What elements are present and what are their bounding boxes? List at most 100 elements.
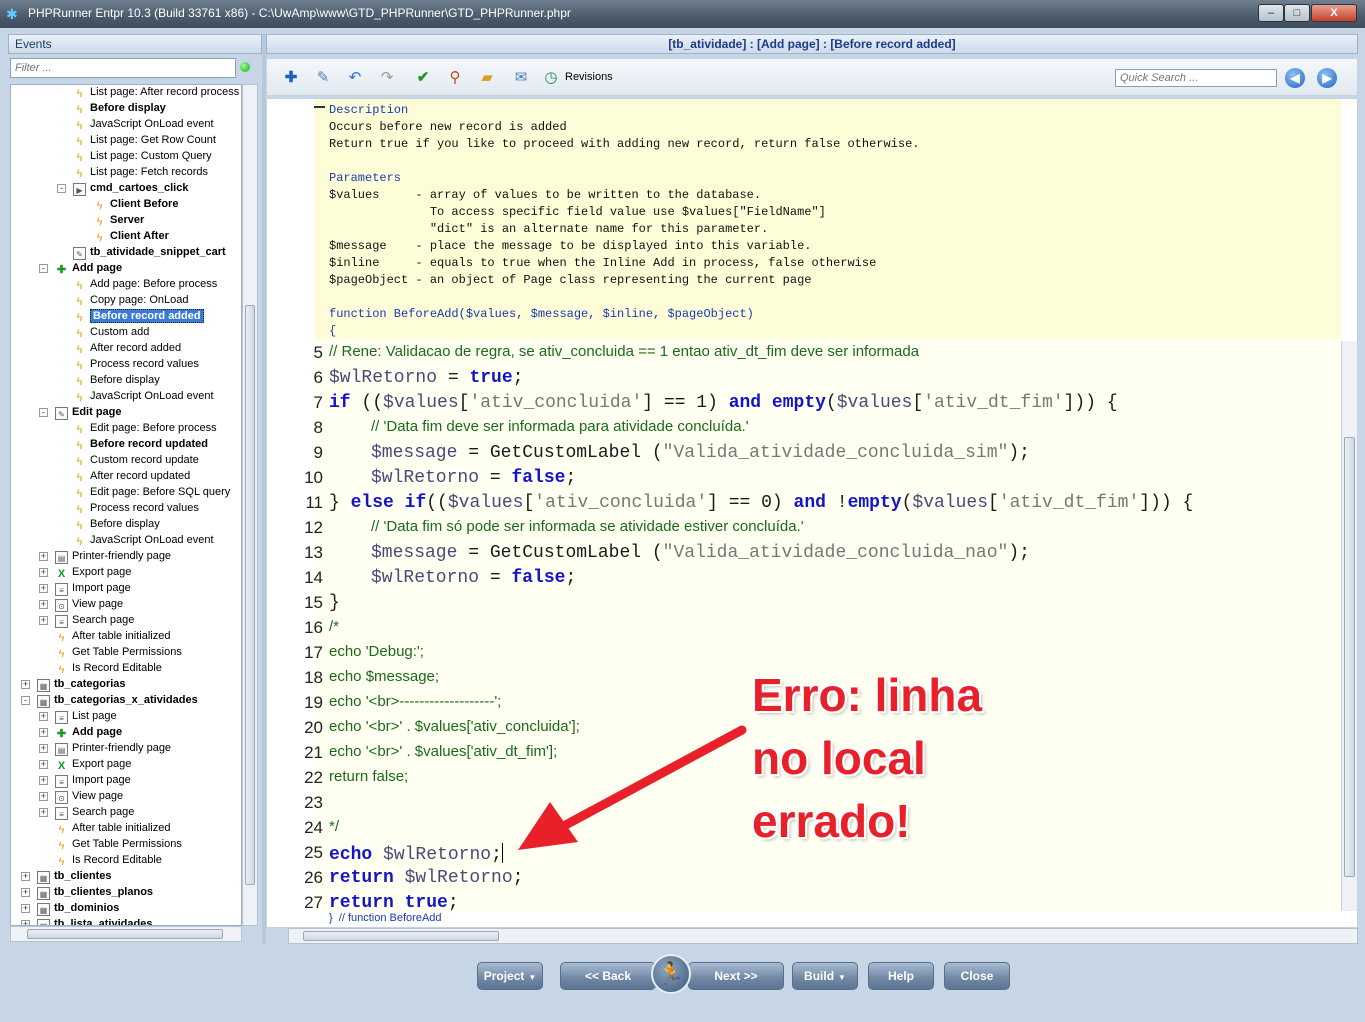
tree-item[interactable]: ϟ After record added [73, 340, 182, 356]
tree-item[interactable]: ▦ tb_clientes [37, 868, 111, 884]
scrollbar-thumb[interactable] [303, 931, 499, 941]
minimize-button[interactable]: – [1258, 4, 1284, 22]
expand-icon[interactable]: + [39, 600, 48, 609]
tree-item[interactable]: ≡ Import page [55, 580, 131, 596]
tree-item[interactable]: ϟ Before display [73, 516, 160, 532]
scrollbar-thumb[interactable] [27, 929, 223, 939]
expand-icon[interactable]: + [39, 616, 48, 625]
revisions-button[interactable]: Revisions [565, 71, 613, 83]
expand-icon[interactable]: + [39, 712, 48, 721]
tree-item[interactable]: ▦ tb_lista_atividades [37, 916, 152, 925]
tree-item[interactable]: ϟ JavaScript OnLoad event [73, 388, 214, 404]
tree-item[interactable]: ≡ Search page [55, 804, 134, 820]
tree-item[interactable]: ⊙ View page [55, 596, 123, 612]
tree-item[interactable]: ϟ Is Record Editable [55, 852, 162, 868]
code-line[interactable]: $message = GetCustomLabel ("Valida_ativi… [371, 443, 1030, 463]
tree-item[interactable]: ⊙ View page [55, 788, 123, 804]
project-button[interactable]: Project ▼ [477, 962, 543, 990]
scrollbar-thumb[interactable] [245, 305, 255, 885]
tree-item[interactable]: ϟ List page: Fetch records [73, 164, 208, 180]
tree-item[interactable]: ϟ Edit page: Before SQL query [73, 484, 231, 500]
tree-item[interactable]: ϟ Process record values [73, 500, 199, 516]
run-icon[interactable]: 🏃 [651, 954, 691, 994]
expand-icon[interactable]: + [21, 680, 30, 689]
collapse-icon[interactable] [314, 106, 325, 108]
tree-vertical-scrollbar[interactable] [242, 84, 258, 926]
tree-item[interactable]: ϟ Is Record Editable [55, 660, 162, 676]
tree-item[interactable]: ▤ Printer-friendly page [55, 740, 171, 756]
code-line[interactable]: return true; [329, 893, 459, 913]
expand-icon[interactable]: + [39, 760, 48, 769]
expand-icon[interactable]: + [39, 776, 48, 785]
expand-icon[interactable]: + [21, 872, 30, 881]
code-line[interactable]: $wlRetorno = false; [371, 468, 576, 488]
code-line[interactable]: $wlRetorno = true; [329, 368, 523, 388]
tree-item[interactable]: ϟ Client Before [93, 196, 179, 212]
code-line[interactable]: echo $message; [329, 668, 439, 685]
tree-item[interactable]: ϟ Before record updated [73, 436, 208, 452]
tree-item[interactable]: ≡ List page [55, 708, 117, 724]
code-line[interactable]: $wlRetorno = false; [371, 568, 576, 588]
code-line[interactable]: echo '<br>-------------------'; [329, 693, 501, 710]
back-button[interactable]: << Back [560, 962, 656, 990]
tree-item[interactable]: X Export page [55, 756, 132, 772]
previous-arrow-icon[interactable]: ◀ [1285, 68, 1305, 88]
tree-item[interactable]: ✚ Add page [55, 724, 122, 740]
tree-item[interactable]: ϟ Copy page: OnLoad [73, 292, 189, 308]
tree-item[interactable]: ϟ Before display [73, 372, 160, 388]
close-button[interactable]: Close [944, 962, 1010, 990]
tree-item[interactable]: ϟ After table initialized [55, 820, 171, 836]
tree-item[interactable]: ≡ Import page [55, 772, 131, 788]
tree-item[interactable]: ϟ List page: After record process [73, 85, 240, 100]
undo-icon[interactable]: ↶ [345, 68, 365, 88]
tree-item[interactable]: ϟ Get Table Permissions [55, 836, 182, 852]
close-window-button[interactable]: X [1311, 4, 1357, 22]
open-folder-icon[interactable]: ▰ [477, 68, 497, 88]
redo-icon[interactable]: ↷ [377, 68, 397, 88]
expand-icon[interactable]: + [39, 584, 48, 593]
code-line[interactable]: echo 'Debug:'; [329, 643, 424, 660]
code-line[interactable]: return $wlRetorno; [329, 868, 523, 888]
code-line[interactable]: */ [329, 818, 339, 835]
editor-horizontal-scrollbar[interactable] [288, 928, 1358, 944]
tree-item[interactable]: ϟ Custom record update [73, 452, 199, 468]
code-line[interactable]: // 'Data fim deve ser informada para ati… [371, 418, 749, 435]
collapse-icon[interactable]: - [39, 408, 48, 417]
expand-icon[interactable]: + [39, 744, 48, 753]
tree-item[interactable]: ▦ tb_categorias [37, 676, 126, 692]
filter-input[interactable] [10, 58, 236, 78]
maximize-button[interactable]: □ [1284, 4, 1310, 22]
tree-item[interactable]: ϟ Custom add [73, 324, 150, 340]
code-line[interactable]: return false; [329, 768, 408, 785]
expand-icon[interactable]: + [21, 904, 30, 913]
expand-icon[interactable]: + [39, 552, 48, 561]
eraser-icon[interactable]: ✎ [313, 68, 333, 88]
expand-icon[interactable]: + [39, 808, 48, 817]
tree-item[interactable]: ▦ tb_dominios [37, 900, 119, 916]
code-line[interactable]: /* [329, 618, 339, 635]
tree-item[interactable]: X Export page [55, 564, 132, 580]
expand-icon[interactable]: + [39, 728, 48, 737]
tree-item[interactable]: ≡ Search page [55, 612, 134, 628]
expand-icon[interactable]: + [21, 888, 30, 897]
code-line[interactable]: // 'Data fim só pode ser informada se at… [371, 518, 804, 535]
code-line[interactable]: $message = GetCustomLabel ("Valida_ativi… [371, 543, 1030, 563]
quick-search-input[interactable] [1115, 69, 1277, 87]
tree-horizontal-scrollbar[interactable] [10, 926, 242, 942]
expand-icon[interactable]: + [39, 792, 48, 801]
tree-item[interactable]: ϟ Client After [93, 228, 169, 244]
code-line[interactable]: } else if(($values['ativ_concluida'] == … [329, 493, 1193, 513]
code-line[interactable]: // Rene: Validacao de regra, se ativ_con… [329, 343, 919, 360]
tree-item[interactable]: ϟ JavaScript OnLoad event [73, 532, 214, 548]
tree-item[interactable]: ϟ List page: Get Row Count [73, 132, 216, 148]
tree-item[interactable]: ϟ Edit page: Before process [73, 420, 217, 436]
code-line[interactable]: echo $wlRetorno; [329, 843, 503, 865]
tree-item[interactable]: ▦ tb_clientes_planos [37, 884, 153, 900]
scrollbar-thumb[interactable] [1344, 437, 1355, 877]
tree-item[interactable]: ▦ tb_categorias_x_atividades [37, 692, 198, 708]
code-line[interactable]: if (($values['ativ_concluida'] == 1) and… [329, 393, 1118, 413]
tree-item[interactable]: ϟ After table initialized [55, 628, 171, 644]
code-line[interactable]: } [329, 593, 340, 613]
collapse-icon[interactable]: - [57, 184, 66, 193]
next-button[interactable]: Next >> [688, 962, 784, 990]
